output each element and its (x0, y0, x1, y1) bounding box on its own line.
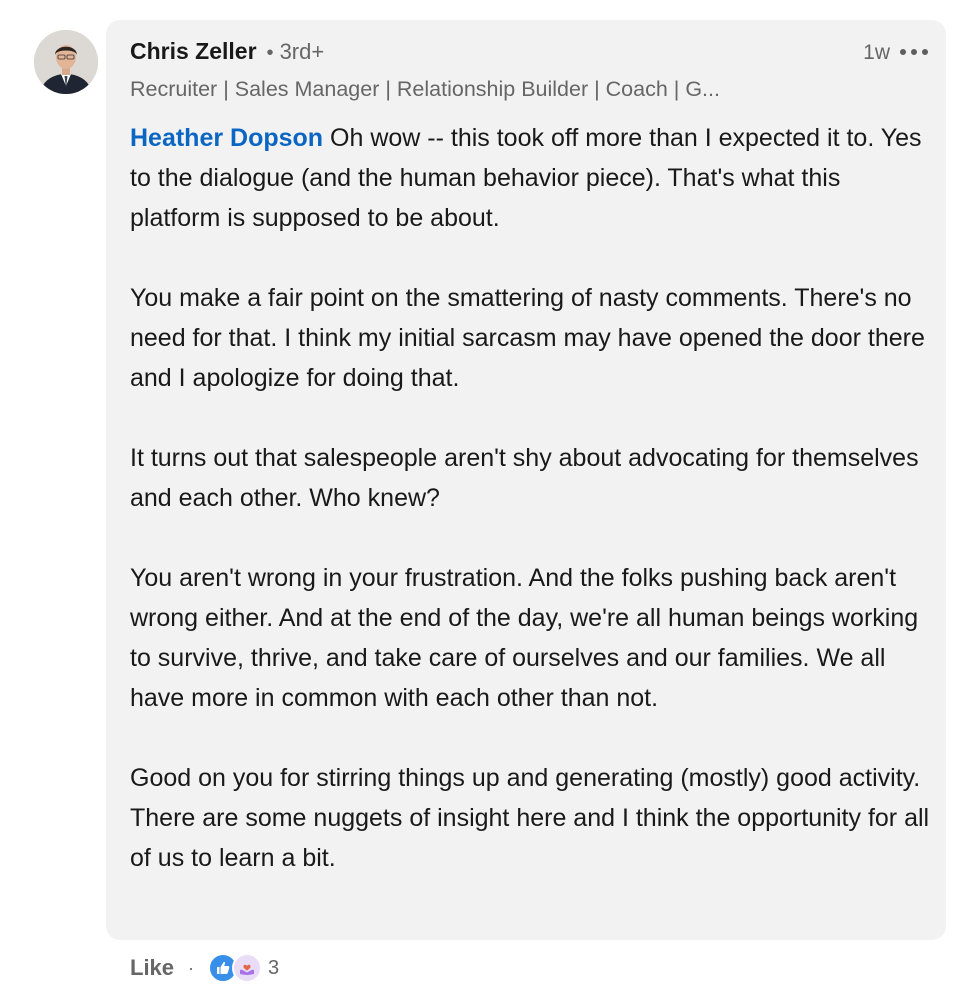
comment-paragraph: Good on you for stirring things up and g… (130, 764, 930, 872)
comment-actions: Like · 3 (130, 950, 279, 986)
comment-paragraph: You make a fair point on the smattering … (130, 284, 925, 392)
comment-timestamp: 1w (863, 41, 890, 64)
avatar[interactable] (34, 30, 98, 94)
comment-text: Heather Dopson Oh wow -- this took off m… (130, 118, 930, 878)
support-icon (232, 953, 263, 983)
reactions-summary[interactable]: 3 (208, 953, 279, 983)
ellipsis-icon[interactable] (900, 49, 928, 57)
author-row: Chris Zeller • 3rd+ (130, 38, 324, 70)
comment-paragraph: It turns out that salespeople aren't shy… (130, 444, 919, 512)
comment-paragraph: You aren't wrong in your frustration. An… (130, 564, 919, 712)
comment-meta: 1w (863, 38, 928, 68)
connection-degree: 3rd+ (279, 39, 325, 64)
comment-bubble: Chris Zeller • 3rd+ 1w Recruiter | Sales… (106, 20, 946, 940)
like-button[interactable]: Like (130, 955, 174, 981)
author-headline: Recruiter | Sales Manager | Relationship… (130, 77, 720, 101)
degree-separator: • (266, 42, 274, 64)
comment-paragraph: Heather Dopson Oh wow -- this took off m… (130, 118, 930, 238)
reaction-count: 3 (268, 956, 280, 979)
mention-link[interactable]: Heather Dopson (130, 124, 323, 152)
author-name[interactable]: Chris Zeller (130, 38, 257, 65)
action-separator: · (188, 957, 195, 978)
